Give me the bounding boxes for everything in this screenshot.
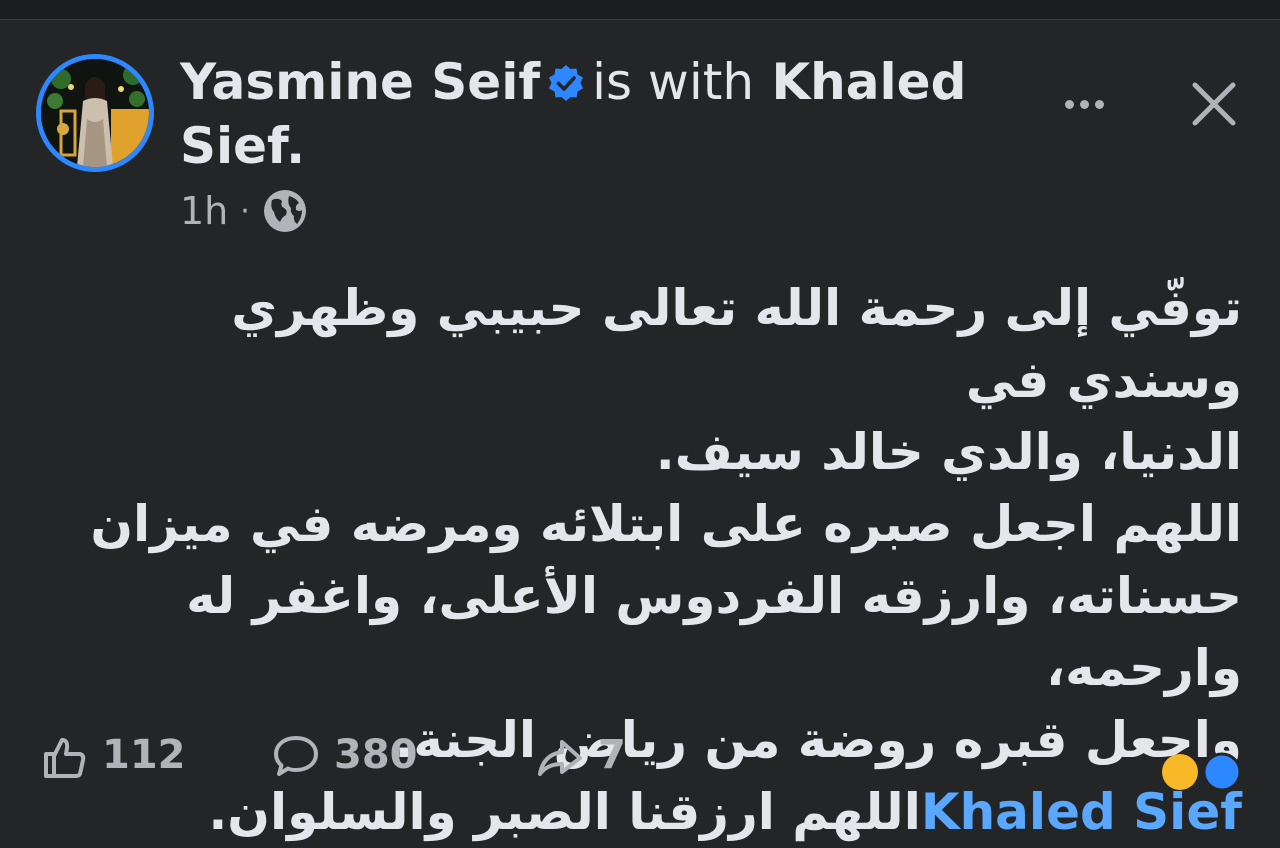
with-text: is with — [592, 53, 755, 111]
avatar[interactable] — [36, 54, 154, 172]
like-reaction-icon — [1202, 752, 1242, 792]
comment-button[interactable]: 380 — [272, 732, 418, 780]
close-icon[interactable] — [1186, 76, 1242, 132]
top-strip — [0, 0, 1280, 20]
post-meta: 1h · — [180, 188, 308, 234]
globe-icon[interactable] — [262, 188, 308, 234]
comment-icon — [274, 736, 318, 776]
tagged-person[interactable]: Khaled — [771, 53, 966, 111]
more-options-icon[interactable] — [1056, 76, 1112, 132]
post-body: توفّي إلى رحمة الله تعالى حبيبي وظهري وس… — [60, 272, 1242, 848]
comment-count: 380 — [334, 732, 418, 778]
closing-prayer: اللهم ارزقنا الصبر والسلوان. — [208, 783, 921, 841]
post-card: Yasmine Seif is with Khaled Sief. 1h · تو… — [0, 20, 1280, 841]
body-line: اللهم اجعل صبره على ابتلائه ومرضه في ميز… — [90, 495, 1242, 553]
share-icon — [538, 740, 582, 776]
body-line: الدنيا، والدي خالد سيف. — [655, 423, 1242, 481]
meta-separator: · — [240, 193, 250, 229]
author-name[interactable]: Yasmine Seif — [180, 53, 540, 111]
like-button[interactable]: 112 — [40, 732, 186, 780]
share-button[interactable]: 7 — [536, 732, 626, 780]
like-icon — [44, 738, 86, 778]
verified-badge-icon — [546, 54, 586, 101]
like-count: 112 — [102, 732, 186, 778]
sad-reaction-icon — [1162, 754, 1198, 790]
tagged-person-line2[interactable]: Sief. — [180, 117, 305, 175]
reaction-icons[interactable] — [1150, 750, 1270, 792]
body-line: حسناته، وارزقه الفردوس الأعلى، واغفر له … — [186, 567, 1242, 697]
post-header: Yasmine Seif is with Khaled Sief. — [180, 50, 1020, 178]
mention-link[interactable]: Khaled Sief — [921, 783, 1242, 841]
post-time[interactable]: 1h — [180, 189, 228, 233]
avatar-photo — [41, 59, 149, 167]
body-line: توفّي إلى رحمة الله تعالى حبيبي وظهري وس… — [231, 279, 1242, 409]
body-line-last: Khaled Siefاللهم ارزقنا الصبر والسلوان. — [60, 776, 1242, 848]
share-count: 7 — [598, 732, 626, 778]
